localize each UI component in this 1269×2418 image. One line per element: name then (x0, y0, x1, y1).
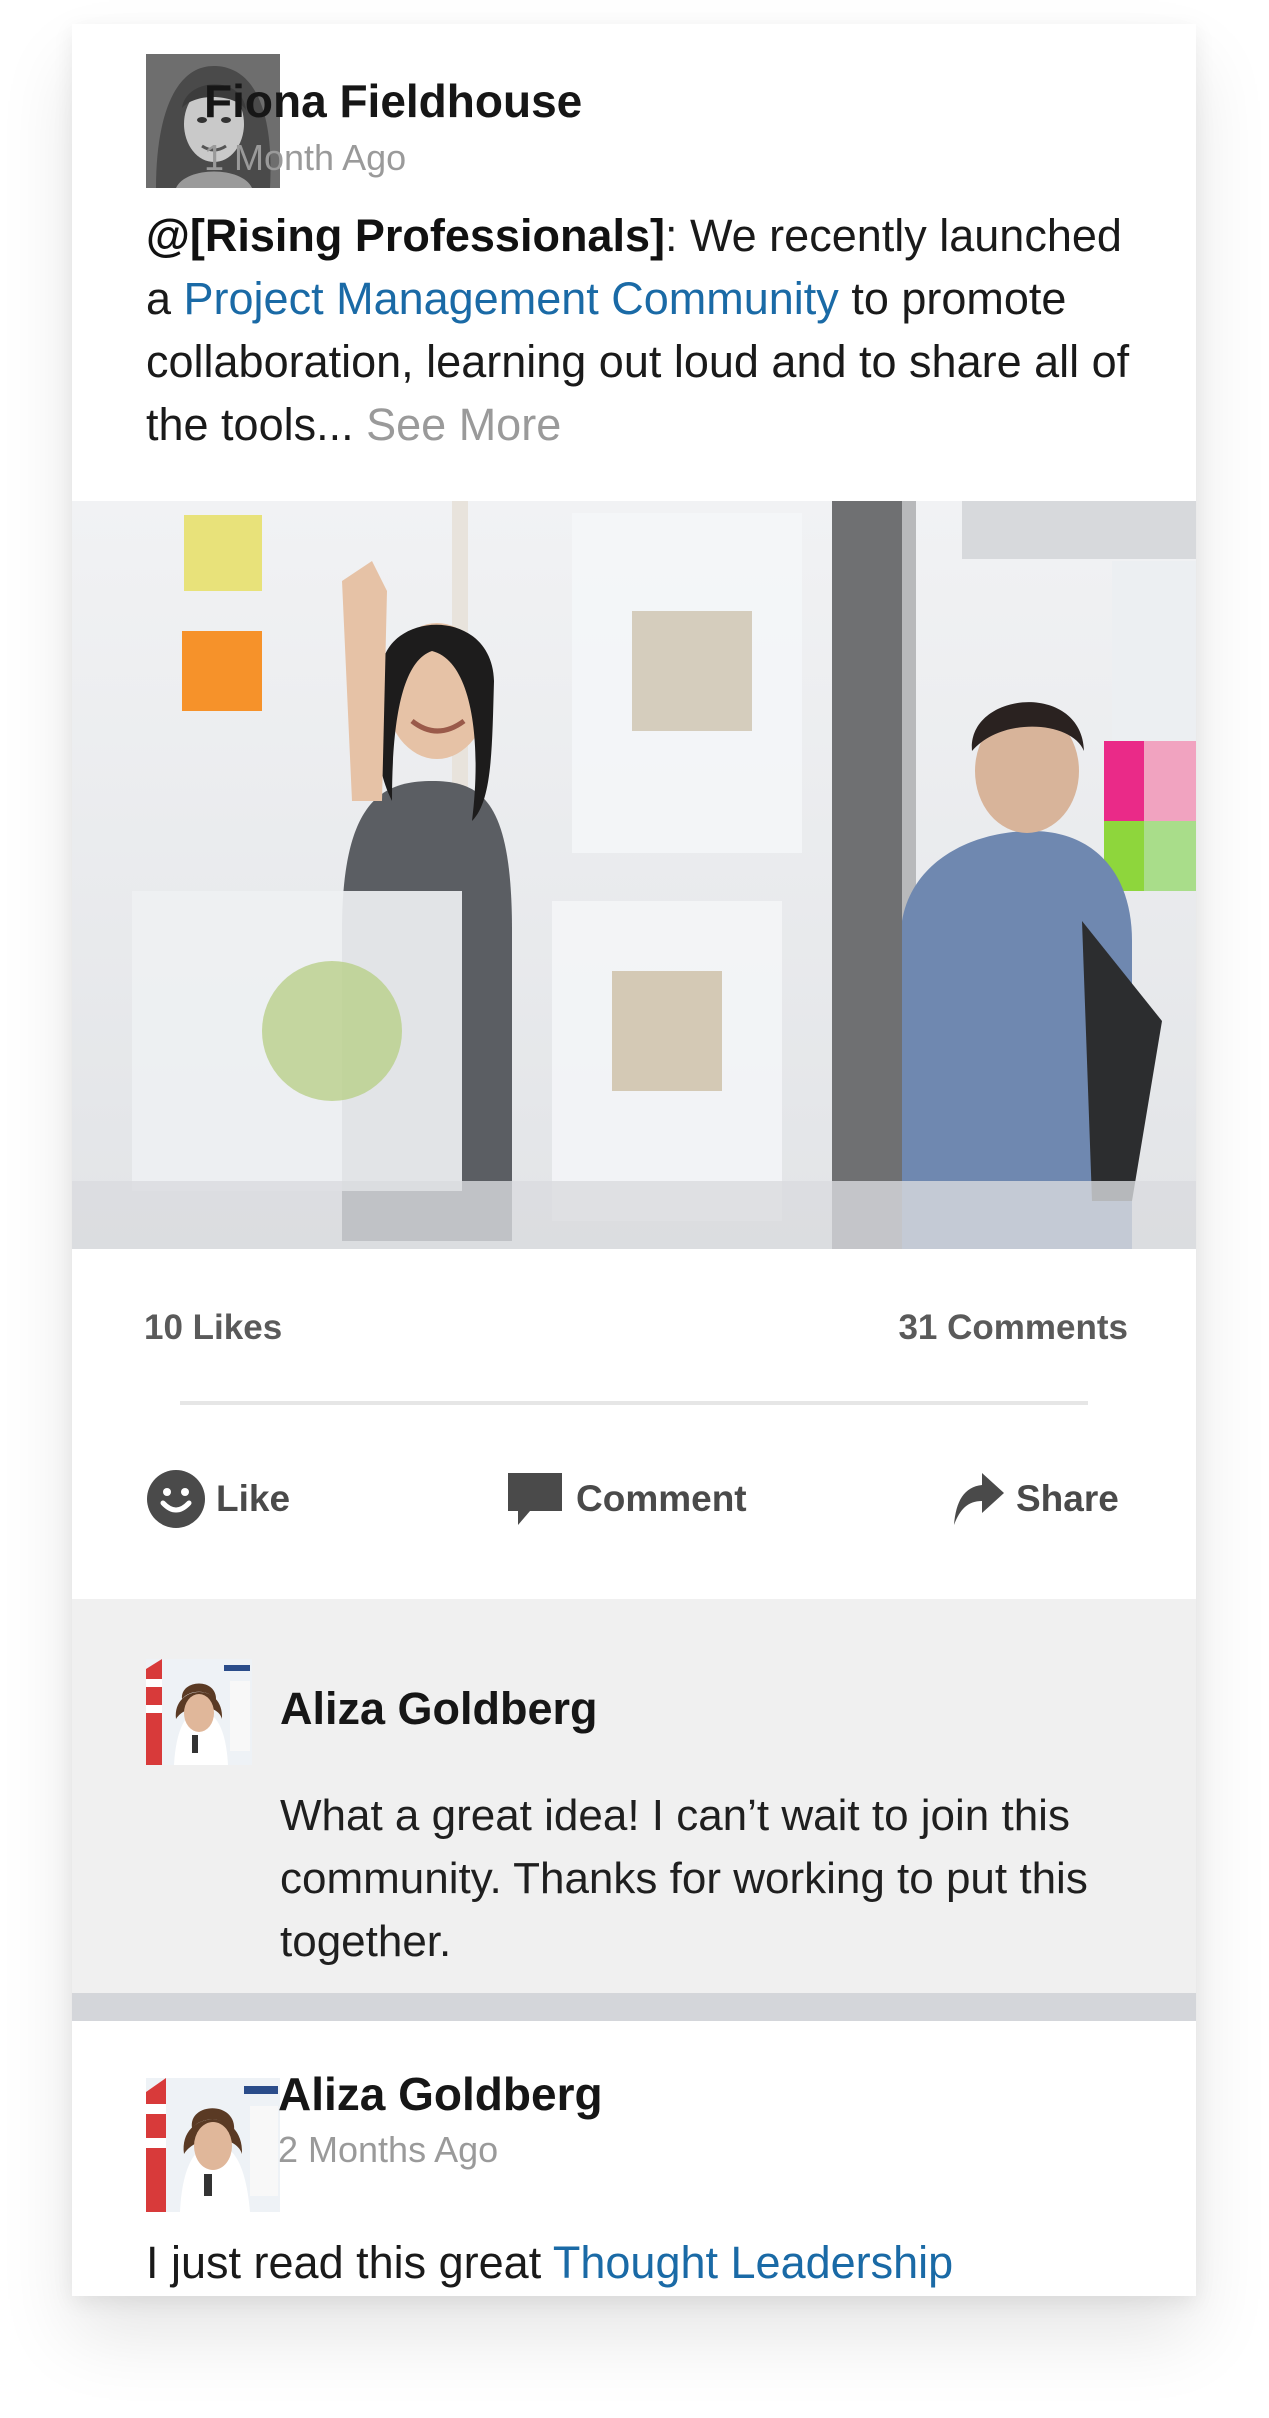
divider (180, 1401, 1088, 1405)
post-separator (72, 1993, 1196, 2021)
next-post-text: I just read this great (146, 2237, 553, 2288)
mention-tag[interactable]: @[Rising Professionals] (146, 210, 665, 261)
community-link[interactable]: Project Management Community (184, 273, 839, 324)
likes-count[interactable]: 10 Likes (144, 1308, 282, 1348)
next-post-author[interactable]: Aliza Goldberg (278, 2067, 603, 2121)
comment-label: Comment (576, 1478, 747, 1519)
comments-count[interactable]: 31 Comments (898, 1308, 1128, 1348)
next-post-avatar[interactable] (146, 2078, 280, 2212)
next-post-body: I just read this great Thought Leadershi… (146, 2231, 1146, 2294)
commenter-name[interactable]: Aliza Goldberg (280, 1683, 598, 1735)
smiley-icon (146, 1469, 206, 1529)
share-button[interactable]: Share (950, 1464, 1119, 1534)
share-label: Share (1016, 1478, 1119, 1519)
post-card: Fiona Fieldhouse 1 Month Ago @[Rising Pr… (72, 24, 1196, 2296)
see-more-link[interactable]: See More (366, 399, 561, 450)
author-name[interactable]: Fiona Fieldhouse (204, 74, 582, 128)
post-image[interactable] (72, 501, 1196, 1249)
commenter-avatar[interactable] (146, 1659, 252, 1765)
next-post-timestamp: 2 Months Ago (278, 2129, 499, 2170)
thought-leadership-link[interactable]: Thought Leadership (553, 2237, 953, 2288)
post-body: @[Rising Professionals]: We recently lau… (146, 204, 1146, 456)
like-label: Like (216, 1478, 291, 1519)
like-button[interactable]: Like (146, 1464, 290, 1534)
comment-item: Aliza Goldberg What a great idea! I can’… (72, 1599, 1196, 2014)
comment-text: What a great idea! I can’t wait to join … (280, 1791, 1088, 1966)
share-arrow-icon (950, 1469, 1006, 1529)
speech-bubble-icon (504, 1469, 566, 1529)
post-timestamp: 1 Month Ago (204, 137, 407, 178)
next-post: Aliza Goldberg 2 Months Ago I just read … (72, 2021, 1196, 2296)
comment-button[interactable]: Comment (504, 1464, 747, 1534)
